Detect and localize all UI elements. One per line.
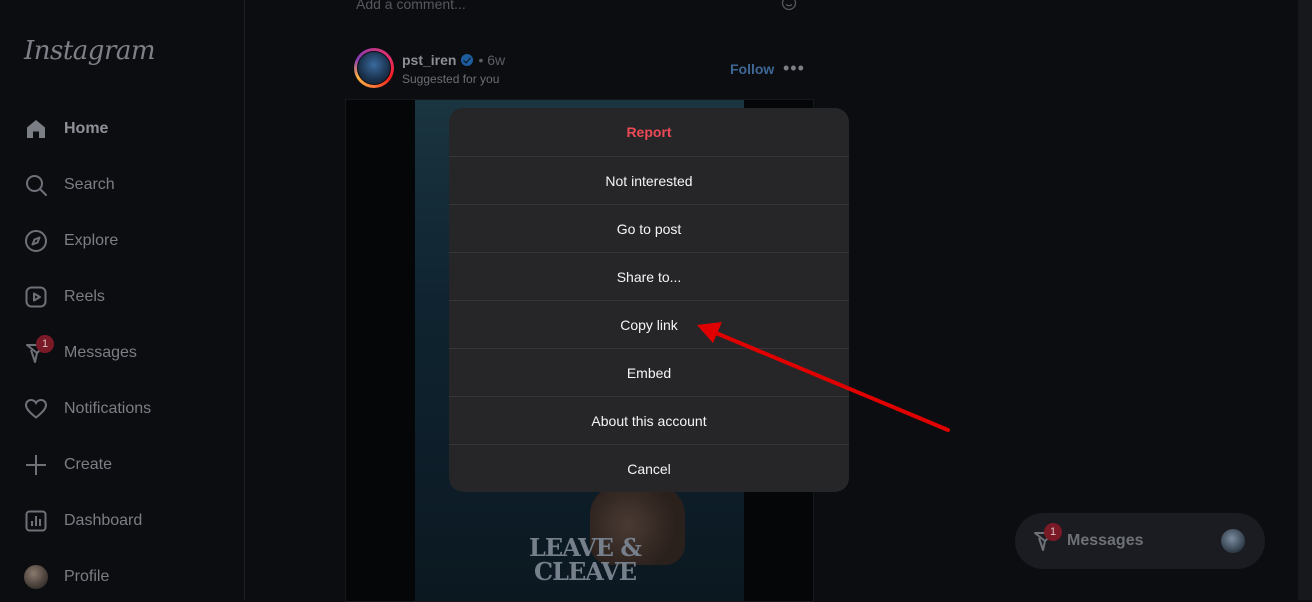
plus-icon: [24, 453, 48, 477]
sidebar-item-label: Profile: [64, 568, 110, 585]
sidebar-item-label: Messages: [64, 344, 137, 361]
notification-badge: 1: [1044, 523, 1062, 541]
scrollbar[interactable]: [1298, 0, 1312, 600]
emoji-icon[interactable]: [781, 0, 797, 11]
sidebar-item-label: Explore: [64, 232, 119, 249]
avatar: [1221, 529, 1245, 553]
sidebar-item-messages[interactable]: 1 Messages: [12, 329, 234, 377]
compass-icon: [24, 229, 48, 253]
sidebar: Instagram Home Search Explore Reels 1 Me…: [0, 0, 245, 600]
sidebar-item-search[interactable]: Search: [12, 161, 234, 209]
verified-badge-icon: [461, 54, 474, 66]
sidebar-item-home[interactable]: Home: [12, 105, 234, 153]
comment-input[interactable]: Add a comment...: [356, 0, 466, 12]
post-username[interactable]: pst_iren: [402, 52, 456, 68]
avatar: [357, 51, 391, 85]
messages-pill-label: Messages: [1067, 532, 1144, 549]
instagram-logo[interactable]: Instagram: [24, 36, 156, 66]
go-to-post-button[interactable]: Go to post: [449, 204, 849, 252]
embed-button[interactable]: Embed: [449, 348, 849, 396]
sidebar-item-explore[interactable]: Explore: [12, 217, 234, 265]
more-options-icon[interactable]: •••: [783, 58, 805, 79]
heart-icon: [24, 397, 48, 421]
search-icon: [24, 173, 48, 197]
dashboard-icon: [24, 509, 48, 533]
notification-badge: 1: [36, 335, 54, 353]
report-button[interactable]: Report: [449, 108, 849, 156]
not-interested-button[interactable]: Not interested: [449, 156, 849, 204]
post-avatar-ring[interactable]: [354, 48, 394, 88]
sidebar-item-label: Home: [64, 120, 109, 137]
reels-icon: [24, 285, 48, 309]
share-to-button[interactable]: Share to...: [449, 252, 849, 300]
profile-avatar-wrap: [24, 565, 48, 589]
post-timestamp: • 6w: [478, 52, 506, 68]
messages-pill[interactable]: 1 Messages: [1015, 513, 1265, 569]
sidebar-item-profile[interactable]: Profile: [12, 553, 234, 601]
avatar: [24, 565, 48, 589]
sidebar-item-reels[interactable]: Reels: [12, 273, 234, 321]
sidebar-item-dashboard[interactable]: Dashboard: [12, 497, 234, 545]
home-icon: [24, 117, 48, 141]
messenger-icon: 1: [1032, 523, 1062, 553]
post-header: pst_iren • 6w: [402, 52, 505, 68]
sidebar-item-label: Dashboard: [64, 512, 143, 529]
sidebar-item-label: Notifications: [64, 400, 152, 417]
cancel-button[interactable]: Cancel: [449, 444, 849, 492]
post-options-dialog: Report Not interested Go to post Share t…: [449, 108, 849, 492]
post-subtitle: Suggested for you: [402, 72, 500, 86]
sidebar-item-label: Reels: [64, 288, 105, 305]
follow-button[interactable]: Follow: [730, 61, 774, 77]
copy-link-button[interactable]: Copy link: [449, 300, 849, 348]
sidebar-item-label: Search: [64, 176, 115, 193]
messenger-icon: 1: [24, 335, 54, 365]
sidebar-item-create[interactable]: Create: [12, 441, 234, 489]
sidebar-item-label: Create: [64, 456, 113, 473]
post-image-text: LEAVE & CLEAVE: [529, 533, 642, 586]
about-account-button[interactable]: About this account: [449, 396, 849, 444]
sidebar-item-notifications[interactable]: Notifications: [12, 385, 234, 433]
